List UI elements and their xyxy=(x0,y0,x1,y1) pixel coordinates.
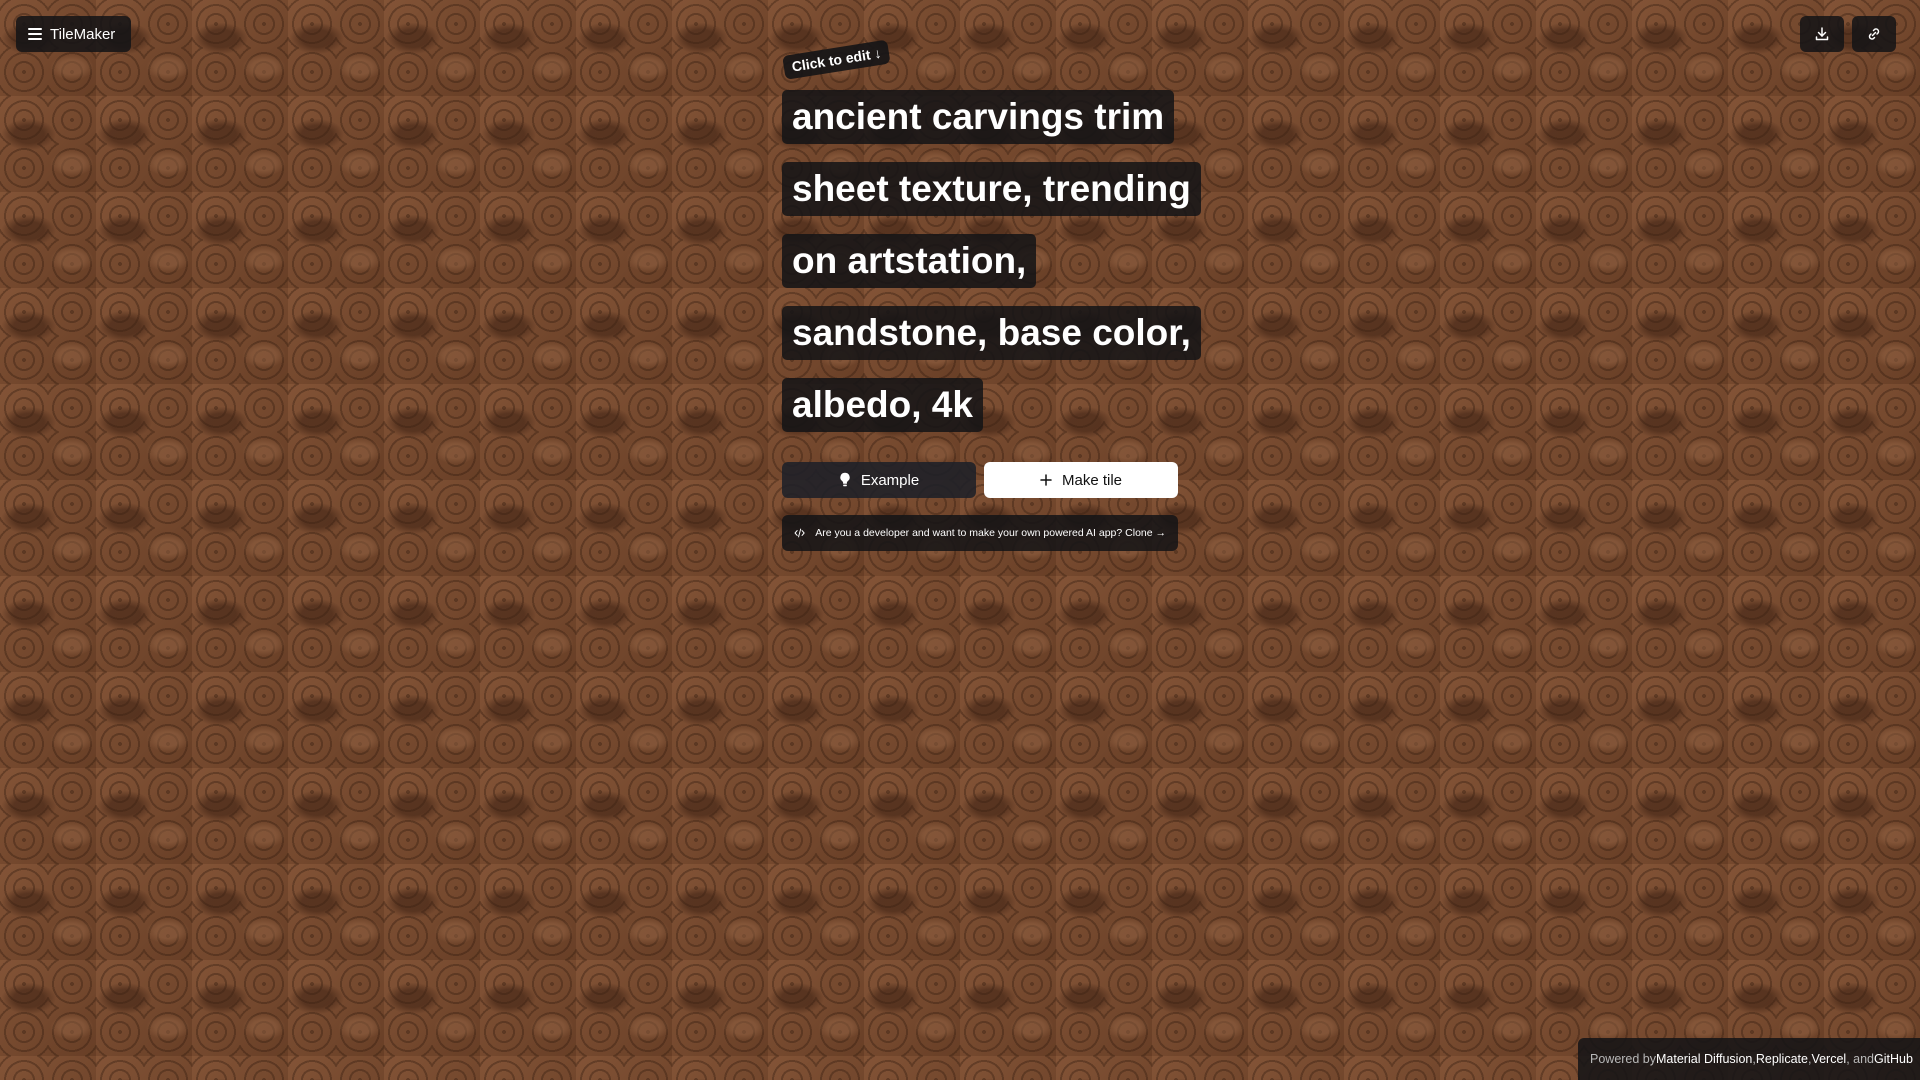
app-name: TileMaker xyxy=(50,25,116,43)
app-menu-button[interactable]: TileMaker xyxy=(16,16,131,52)
example-button-label: Example xyxy=(860,471,920,489)
github-link[interactable]: GitHub xyxy=(1874,1052,1913,1066)
footer-prefix: Powered by xyxy=(1590,1052,1657,1066)
menu-icon xyxy=(28,28,42,40)
make-tile-button-label: Make tile xyxy=(1061,471,1123,489)
example-button[interactable]: Example xyxy=(782,462,976,498)
download-button[interactable] xyxy=(1800,16,1844,52)
prompt-line[interactable]: on artstation, xyxy=(782,234,1037,288)
vercel-link[interactable]: Vercel xyxy=(1811,1052,1846,1066)
footer-separator: , and xyxy=(1846,1052,1875,1066)
copy-link-button[interactable] xyxy=(1852,16,1896,52)
developer-banner-text: Are you a developer and want to make you… xyxy=(815,527,1166,539)
lightbulb-icon xyxy=(840,472,850,487)
download-icon xyxy=(1815,27,1829,41)
powered-by-footer: Powered by Material Diffusion , Replicat… xyxy=(1578,1038,1920,1080)
prompt-editor[interactable]: ancient carvings trim sheet texture, tre… xyxy=(782,90,1201,450)
action-buttons: Example Make tile xyxy=(782,462,1178,498)
prompt-line[interactable]: albedo, 4k xyxy=(782,378,983,432)
link-icon xyxy=(1868,28,1880,40)
developer-clone-banner[interactable]: Are you a developer and want to make you… xyxy=(782,515,1178,551)
prompt-line[interactable]: ancient carvings trim xyxy=(782,90,1175,144)
click-to-edit-hint: Click to edit ↓ xyxy=(782,39,891,80)
code-icon xyxy=(794,528,805,538)
plus-icon xyxy=(1040,474,1052,486)
make-tile-button[interactable]: Make tile xyxy=(984,462,1178,498)
prompt-line[interactable]: sheet texture, trending xyxy=(782,162,1201,216)
prompt-line[interactable]: sandstone, base color, xyxy=(782,306,1201,360)
replicate-link[interactable]: Replicate xyxy=(1756,1052,1808,1066)
material-diffusion-link[interactable]: Material Diffusion xyxy=(1656,1052,1752,1066)
